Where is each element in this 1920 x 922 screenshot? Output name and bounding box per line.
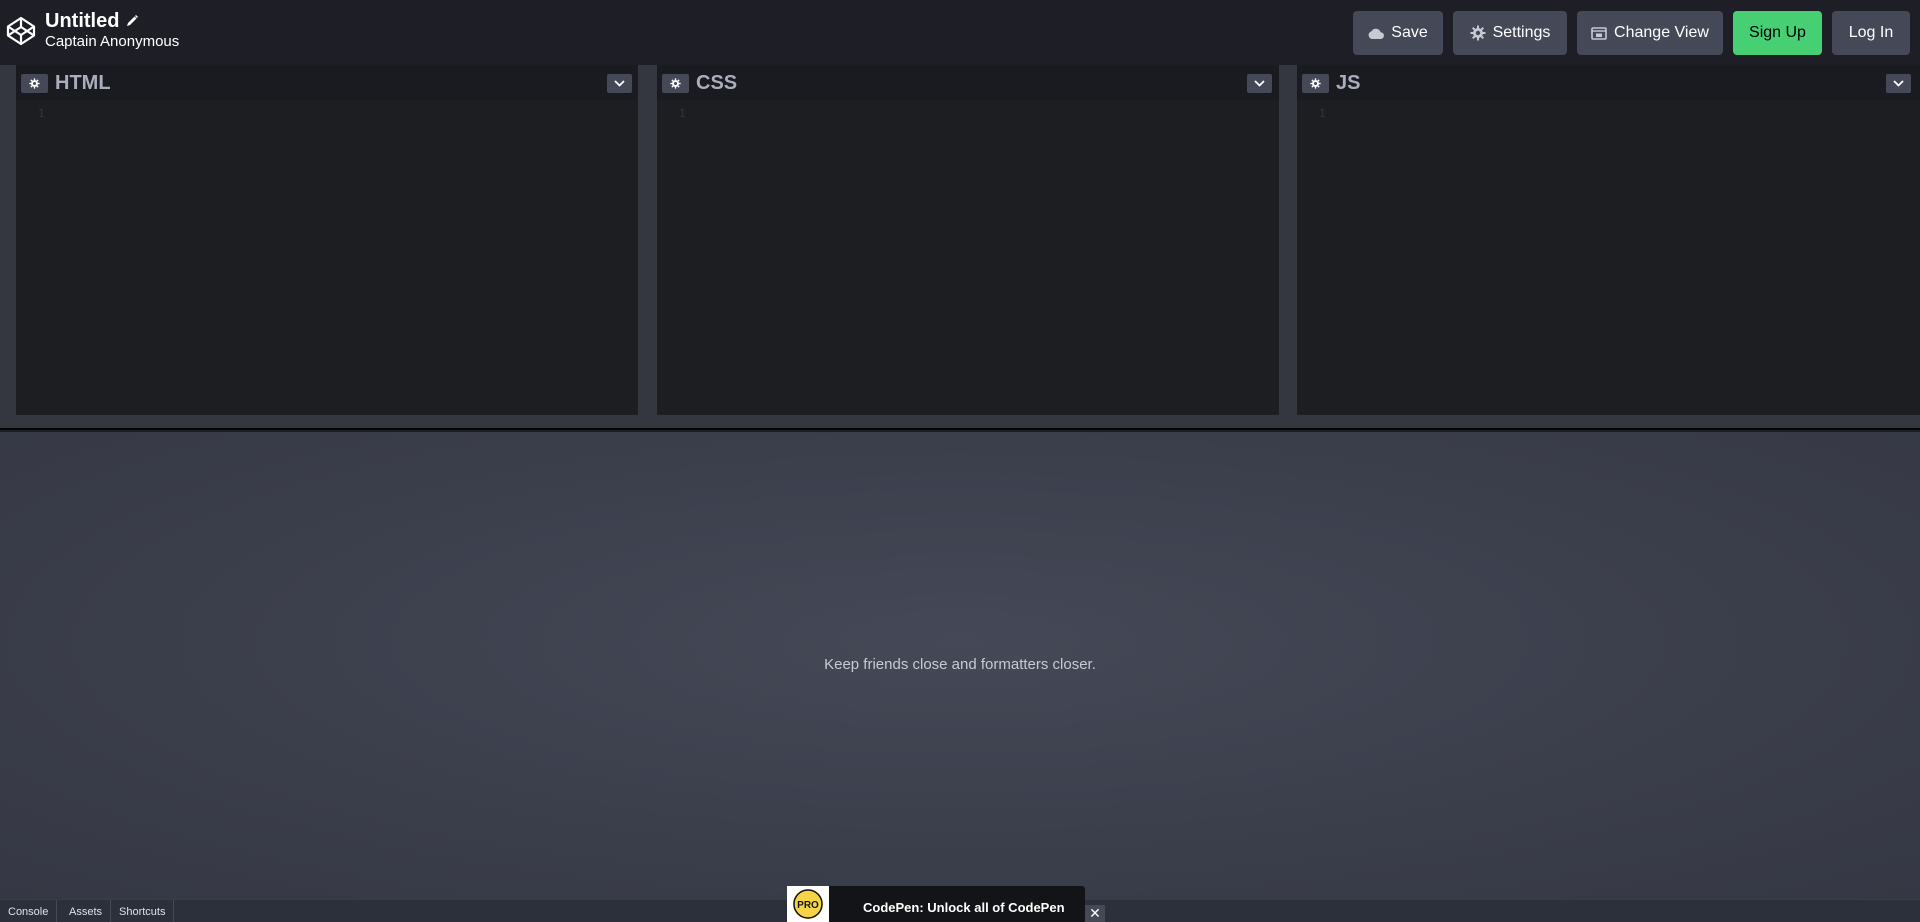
- pro-badge-icon: PRO: [787, 886, 829, 922]
- gear-icon: [670, 78, 681, 89]
- pro-promo-banner[interactable]: PRO CodePen: Unlock all of CodePen: [787, 886, 1085, 922]
- sign-up-label: Sign Up: [1749, 24, 1806, 41]
- close-icon[interactable]: ✕: [1085, 905, 1105, 922]
- change-view-icon: [1591, 26, 1607, 40]
- pencil-icon[interactable]: [125, 14, 139, 28]
- preview-message: Keep friends close and formatters closer…: [824, 656, 1096, 673]
- pen-title-block: Untitled Captain Anonymous: [45, 9, 179, 51]
- gear-icon: [29, 78, 40, 89]
- html-editor[interactable]: HTML 1: [16, 65, 638, 415]
- line-number: 1: [38, 107, 45, 120]
- gear-icon: [1310, 78, 1321, 89]
- js-settings-button[interactable]: [1302, 74, 1329, 93]
- pen-author: Captain Anonymous: [45, 33, 180, 50]
- js-options-button[interactable]: [1886, 74, 1911, 93]
- html-editor-header: HTML: [16, 65, 638, 100]
- js-editor-header: JS: [1297, 65, 1920, 100]
- chevron-down-icon: [1893, 80, 1904, 87]
- settings-button[interactable]: Settings: [1453, 11, 1567, 55]
- css-settings-button[interactable]: [662, 74, 689, 93]
- html-settings-button[interactable]: [21, 74, 48, 93]
- pen-title[interactable]: Untitled: [45, 9, 119, 33]
- pro-badge-text: PRO: [797, 900, 819, 911]
- css-options-button[interactable]: [1247, 74, 1272, 93]
- sign-up-button[interactable]: Sign Up: [1733, 11, 1822, 55]
- html-editor-title: HTML: [55, 72, 111, 94]
- css-editor-title: CSS: [696, 72, 738, 94]
- chevron-down-icon: [614, 80, 625, 87]
- promo-text: CodePen: Unlock all of CodePen: [863, 900, 1065, 915]
- cloud-icon: [1368, 28, 1385, 39]
- header-bar: Untitled Captain Anonymous Save Settings: [0, 0, 1920, 65]
- save-button[interactable]: Save: [1353, 11, 1443, 55]
- js-editor[interactable]: JS 1: [1297, 65, 1920, 415]
- css-editor-header: CSS: [657, 65, 1279, 100]
- settings-label: Settings: [1492, 24, 1551, 41]
- shortcuts-tab[interactable]: Shortcuts: [111, 900, 175, 922]
- editors-area: HTML 1 CSS 1 JS 1: [0, 65, 1920, 415]
- codepen-logo-icon[interactable]: [5, 15, 37, 47]
- preview-pane[interactable]: Keep friends close and formatters closer…: [0, 432, 1920, 899]
- change-view-button[interactable]: Change View: [1577, 11, 1723, 55]
- editor-resize-handle[interactable]: [0, 415, 1920, 430]
- gear-icon: [1470, 25, 1486, 41]
- log-in-label: Log In: [1848, 24, 1894, 41]
- change-view-label: Change View: [1614, 24, 1709, 41]
- log-in-button[interactable]: Log In: [1832, 11, 1910, 55]
- line-number: 1: [679, 107, 686, 120]
- assets-tab[interactable]: Assets: [61, 900, 112, 922]
- html-options-button[interactable]: [607, 74, 632, 93]
- css-editor[interactable]: CSS 1: [657, 65, 1279, 415]
- save-label: Save: [1391, 24, 1428, 41]
- line-number: 1: [1319, 107, 1326, 120]
- js-editor-title: JS: [1336, 72, 1361, 94]
- console-tab[interactable]: Console: [0, 900, 58, 922]
- chevron-down-icon: [1254, 80, 1265, 87]
